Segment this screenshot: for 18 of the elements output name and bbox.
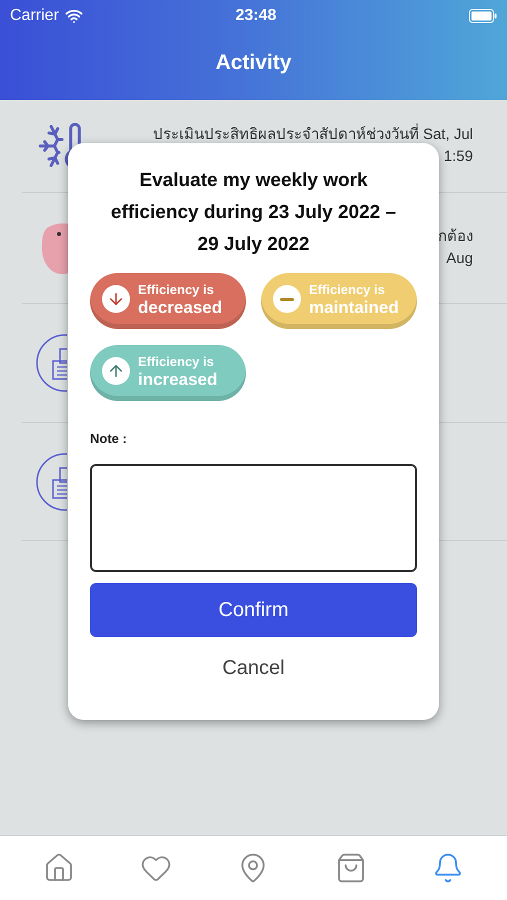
- activity-text: ประเมินประสิทธิผลประจำสัปดาห์ช่วงวันที่ Sat, Jul: [152, 125, 473, 145]
- arrow-down-icon: [107, 290, 125, 308]
- confirm-button[interactable]: Confirm: [90, 583, 417, 637]
- note-field[interactable]: [90, 464, 417, 572]
- clock-time: 23:48: [235, 7, 276, 25]
- activity-text: 1:59: [444, 147, 473, 167]
- dialog-title: Evaluate my weekly work efficiency during 23 July 2022 – 29 July 2022: [110, 169, 398, 257]
- note-label: Note :: [90, 431, 128, 446]
- activity-text: Aug: [446, 249, 473, 269]
- cancel-button[interactable]: Cancel: [212, 653, 295, 684]
- efficiency-option-button[interactable]: Efficiency is decreased: [90, 273, 246, 329]
- screen-title: Activity: [216, 51, 292, 75]
- wifi-icon: [64, 7, 83, 25]
- efficiency-option-button[interactable]: Efficiency is increased: [90, 345, 246, 401]
- battery-icon: [469, 9, 497, 23]
- activity-text: กต้อง: [438, 227, 473, 247]
- carrier-label: Carrier: [10, 7, 59, 25]
- minus-icon: [280, 298, 294, 300]
